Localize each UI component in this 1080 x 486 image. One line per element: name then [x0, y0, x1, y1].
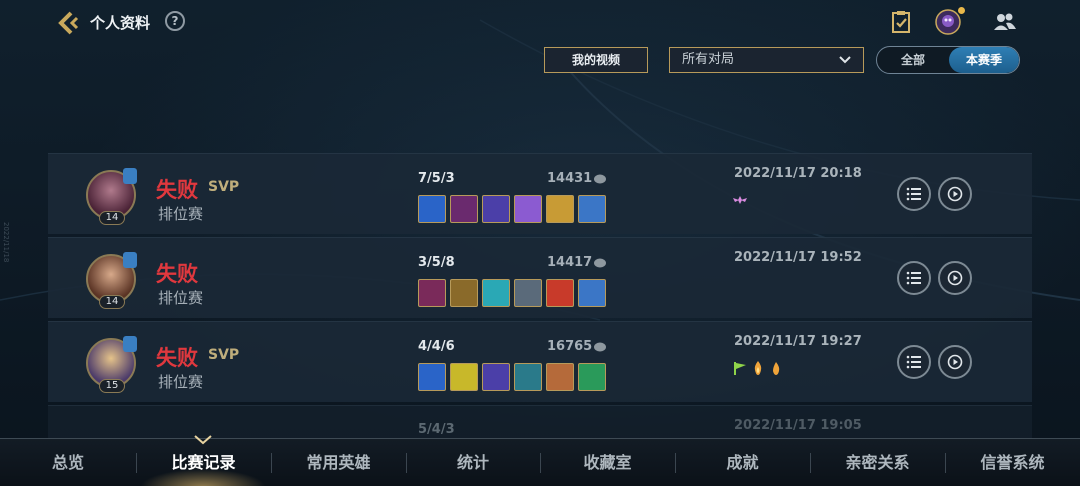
replay-button[interactable]	[938, 177, 972, 211]
match-filter-select[interactable]: 所有对局	[669, 47, 864, 73]
item-slot-icon	[514, 363, 542, 391]
my-videos-button[interactable]: 我的视频	[544, 47, 648, 73]
item-slot-icon	[514, 195, 542, 223]
item-slot-icon	[482, 363, 510, 391]
item-slot-icon	[514, 279, 542, 307]
friends-icon[interactable]	[992, 9, 1018, 35]
gold-amount: 14431	[547, 171, 593, 186]
match-mode: 排位赛	[158, 289, 204, 307]
back-icon[interactable]	[56, 10, 82, 36]
tab-common-heroes[interactable]: 常用英雄	[271, 439, 406, 486]
item-slot-icon	[482, 279, 510, 307]
replay-icon	[947, 186, 963, 202]
rank-badge-icon	[123, 168, 137, 184]
gold-icon	[594, 174, 606, 184]
item-slot-icon	[418, 363, 446, 391]
gold-icon	[594, 342, 606, 352]
item-slot-icon	[578, 363, 606, 391]
tab-match-history[interactable]: 比赛记录	[136, 439, 271, 486]
hero-level: 15	[99, 379, 125, 393]
item-slot-icon	[418, 195, 446, 223]
item-slot-icon	[482, 195, 510, 223]
replay-button[interactable]	[938, 261, 972, 295]
hero-level: 14	[99, 211, 125, 225]
replay-icon	[947, 354, 963, 370]
tab-overview[interactable]: 总览	[0, 439, 136, 486]
rank-badge-icon	[123, 336, 137, 352]
match-result: 失败	[156, 262, 198, 286]
match-mode: 排位赛	[158, 373, 204, 391]
match-detail-button[interactable]	[897, 177, 931, 211]
side-date-text: 2022/11/18	[2, 222, 10, 263]
match-time: 2022/11/17 19:05	[734, 418, 862, 433]
item-slot-icon	[578, 195, 606, 223]
item-slot-icon	[546, 363, 574, 391]
gold-icon	[594, 258, 606, 268]
segment-all[interactable]: 全部	[877, 47, 949, 73]
segment-this-season[interactable]: 本赛季	[949, 47, 1019, 73]
list-icon	[906, 271, 921, 285]
bottom-nav: 总览 比赛记录 常用英雄 统计 收藏室 成就 亲密关系 信誉系统	[0, 435, 1080, 486]
flag-icon	[734, 362, 746, 375]
match-row[interactable]: 15 失败 SVP 排位赛 4/4/6 16765 2022/11/17 19:…	[48, 321, 1032, 402]
item-slot-icon	[578, 279, 606, 307]
match-time: 2022/11/17 20:18	[734, 166, 862, 181]
replay-button[interactable]	[938, 345, 972, 379]
mvp-wing-icon	[733, 196, 747, 204]
notification-dot	[958, 7, 965, 14]
match-row[interactable]: 14 失败 SVP 排位赛 7/5/3 14431 2022/11/17 20:…	[48, 153, 1032, 234]
match-mode: 排位赛	[158, 205, 204, 223]
tab-statistics[interactable]: 统计	[406, 439, 540, 486]
hero-level: 14	[99, 295, 125, 309]
tab-collection[interactable]: 收藏室	[540, 439, 675, 486]
match-row[interactable]: 14 失败 排位赛 3/5/8 14417 2022/11/17 19:52	[48, 237, 1032, 318]
tab-achievements[interactable]: 成就	[675, 439, 810, 486]
header: 个人资料 ?	[0, 0, 1080, 44]
item-slot-icon	[450, 279, 478, 307]
match-detail-button[interactable]	[897, 261, 931, 295]
profile-avatar-icon[interactable]	[935, 9, 961, 35]
help-icon[interactable]: ?	[165, 11, 185, 31]
gold-amount: 16765	[547, 339, 593, 354]
item-slot-icon	[546, 195, 574, 223]
kda: 4/4/6	[418, 339, 455, 354]
match-result: 失败	[156, 346, 198, 370]
gold-amount: 14417	[547, 255, 593, 270]
list-icon	[906, 187, 921, 201]
kda: 7/5/3	[418, 171, 455, 186]
match-time: 2022/11/17 19:27	[734, 334, 862, 349]
match-result: 失败	[156, 178, 198, 202]
item-slot-icon	[546, 279, 574, 307]
match-time: 2022/11/17 19:52	[734, 250, 862, 265]
item-slot-icon	[450, 363, 478, 391]
item-slot-icon	[450, 195, 478, 223]
kda: 3/5/8	[418, 255, 455, 270]
task-clipboard-icon[interactable]	[888, 9, 914, 35]
fire-hands-icon	[754, 361, 762, 375]
tab-intimacy[interactable]: 亲密关系	[810, 439, 945, 486]
match-filter-value: 所有对局	[682, 52, 735, 67]
flame-icon	[773, 362, 780, 375]
svp-badge: SVP	[208, 347, 240, 363]
page-title: 个人资料	[90, 14, 151, 32]
season-segment: 全部 本赛季	[876, 46, 1020, 74]
list-icon	[906, 355, 921, 369]
replay-icon	[947, 270, 963, 286]
chevron-down-icon	[839, 56, 851, 64]
kda: 5/4/3	[418, 422, 455, 437]
match-detail-button[interactable]	[897, 345, 931, 379]
tab-credit-system[interactable]: 信誉系统	[945, 439, 1080, 486]
item-slot-icon	[418, 279, 446, 307]
svp-badge: SVP	[208, 179, 240, 195]
rank-badge-icon	[123, 252, 137, 268]
